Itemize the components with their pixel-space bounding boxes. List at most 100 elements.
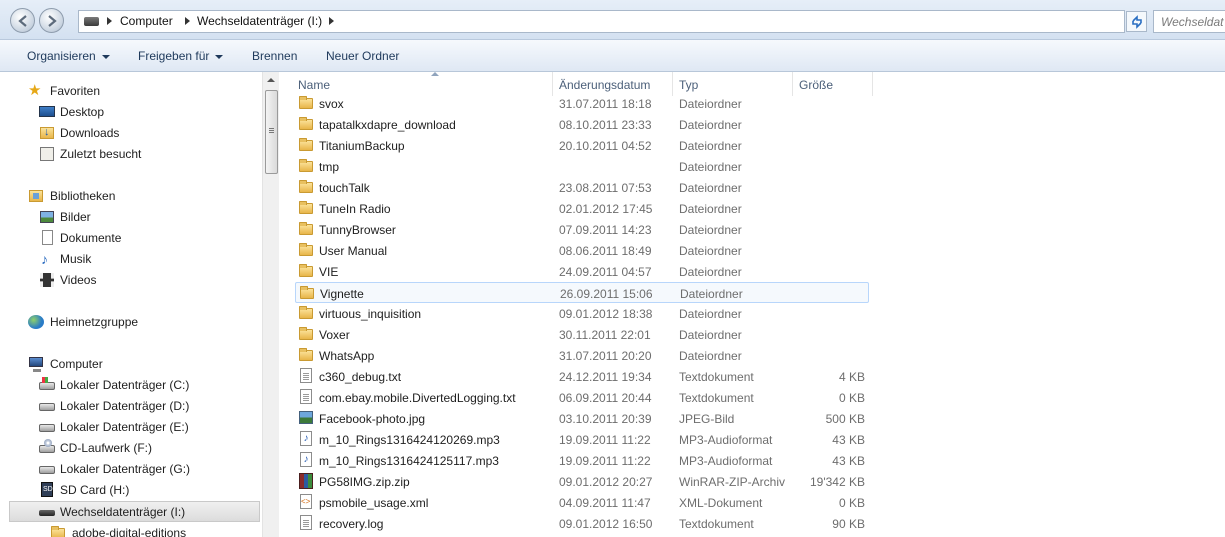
file-name-cell: PG58IMG.zip.zip (319, 475, 410, 489)
breadcrumb-arrow-icon[interactable] (329, 17, 334, 25)
nav-libraries-label: Bibliotheken (50, 189, 116, 203)
nav-item-drive-d[interactable]: Lokaler Datenträger (D:) (0, 396, 262, 416)
music-note-icon: ♪ (41, 251, 48, 267)
nav-item-videos[interactable]: Videos (0, 270, 262, 290)
column-header-label: Größe (799, 78, 834, 92)
text-file-icon (298, 515, 314, 531)
nav-item-drive-f[interactable]: CD-Laufwerk (F:) (0, 438, 262, 458)
scroll-thumb[interactable] (265, 90, 278, 174)
nav-item-drive-e[interactable]: Lokaler Datenträger (E:) (0, 417, 262, 437)
file-name-cell: m_10_Rings1316424125117.mp3 (319, 454, 499, 468)
nav-homegroup[interactable]: Heimnetzgruppe (0, 312, 262, 332)
organize-button[interactable]: Organisieren (27, 49, 110, 63)
table-row[interactable]: virtuous_inquisition 09.01.2012 18:38 Date… (295, 303, 869, 324)
forward-arrow-icon (48, 15, 57, 27)
file-name-cell: m_10_Rings1316424120269.mp3 (319, 433, 500, 447)
file-date-cell: 09.01.2012 18:38 (559, 307, 653, 321)
nav-item-music[interactable]: ♪ Musik (0, 249, 262, 269)
nav-favorites[interactable]: ★ Favoriten (0, 81, 262, 101)
file-date-cell: 08.06.2011 18:49 (559, 244, 652, 258)
table-row[interactable]: tmp Dateiordner (295, 156, 869, 177)
organize-label: Organisieren (27, 49, 96, 63)
file-date-cell: 24.09.2011 04:57 (559, 265, 652, 279)
text-file-icon (298, 389, 314, 405)
breadcrumb-drive[interactable]: Wechseldatenträger (I:) (197, 14, 322, 28)
drive-icon (84, 17, 99, 26)
table-row[interactable]: TuneIn Radio 02.01.2012 17:45 Dateiordner (295, 198, 869, 219)
nav-item-label: Dokumente (60, 231, 122, 245)
file-size-cell: 19'342 KB (809, 475, 865, 489)
breadcrumb-arrow-icon[interactable] (107, 17, 112, 25)
folder-icon (298, 221, 314, 237)
nav-item-downloads[interactable]: Downloads (0, 123, 262, 143)
homegroup-icon (28, 314, 44, 330)
back-button[interactable] (10, 8, 35, 33)
folder-icon (298, 326, 314, 342)
file-name-cell: TunnyBrowser (319, 223, 396, 237)
file-date-cell: 09.01.2012 16:50 (559, 517, 653, 531)
address-field[interactable]: Computer Wechseldatenträger (I:) (78, 10, 1195, 33)
nav-item-recent[interactable]: Zuletzt besucht (0, 144, 262, 164)
table-row[interactable]: Facebook-photo.jpg 03.10.2011 20:39 JPEG-B… (295, 408, 869, 429)
share-button[interactable]: Freigeben für (138, 49, 224, 63)
forward-button[interactable] (39, 8, 64, 33)
file-name-cell: tapatalkxdapre_download (319, 118, 456, 132)
nav-item-drive-c[interactable]: Lokaler Datenträger (C:) (0, 375, 262, 395)
table-row[interactable]: c360_debug.txt 24.12.2011 19:34 Textdokume… (295, 366, 869, 387)
table-row[interactable]: PG58IMG.zip.zip 09.01.2012 20:27 WinRAR-ZI… (295, 471, 869, 492)
nav-item-drive-g[interactable]: Lokaler Datenträger (G:) (0, 459, 262, 479)
table-row[interactable]: Voxer 30.11.2011 22:01 Dateiordner (295, 324, 869, 345)
table-row[interactable]: svox 31.07.2011 18:18 Dateiordner (295, 93, 869, 114)
nav-item-label: Wechseldatenträger (I:) (60, 505, 186, 519)
nav-item-drive-h[interactable]: SD Card (H:) (0, 480, 262, 500)
table-row[interactable]: ♪ m_10_Rings1316424120269.mp3 19.09.2011 1… (295, 429, 869, 450)
computer-icon (28, 356, 44, 372)
table-row[interactable]: WhatsApp 31.07.2011 20:20 Dateiordner (295, 345, 869, 366)
new-folder-button[interactable]: Neuer Ordner (326, 49, 399, 63)
scroll-up-arrow-icon[interactable] (267, 78, 275, 82)
table-row[interactable]: com.ebay.mobile.DivertedLogging.txt 06.09… (295, 387, 869, 408)
nav-item-drive-i[interactable]: Wechseldatenträger (I:) (9, 501, 260, 522)
file-type-cell: Dateiordner (679, 139, 742, 153)
table-row[interactable]: ♪ m_10_Rings1316424125117.mp3 19.09.2011 1… (295, 450, 869, 471)
table-row[interactable]: TitaniumBackup 20.10.2011 04:52 Dateiordne… (295, 135, 869, 156)
table-row[interactable]: TunnyBrowser 07.09.2011 14:23 Dateiordner (295, 219, 869, 240)
column-header-label: Typ (679, 78, 699, 92)
nav-favorites-label: Favoriten (50, 84, 101, 98)
nav-item-desktop[interactable]: Desktop (0, 102, 262, 122)
table-row[interactable]: VIE 24.09.2011 04:57 Dateiordner (295, 261, 869, 282)
folder-icon (298, 305, 314, 321)
folder-icon (298, 263, 314, 279)
nav-item-pictures[interactable]: Bilder (0, 207, 262, 227)
command-bar: Organisieren Freigeben für Brennen Neuer… (0, 40, 1225, 72)
audio-file-icon: ♪ (298, 431, 314, 447)
breadcrumb-arrow-icon[interactable] (185, 17, 190, 25)
table-row[interactable]: recovery.log 09.01.2012 16:50 Textdokument… (295, 513, 869, 534)
chevron-down-icon (101, 54, 110, 59)
file-name-cell: Facebook-photo.jpg (319, 412, 426, 426)
refresh-button[interactable] (1126, 11, 1147, 32)
search-input[interactable]: Wechseldat (1153, 10, 1225, 33)
table-row[interactable]: Vignette 26.09.2011 15:06 Dateiordner (295, 282, 869, 303)
file-name-cell: Vignette (320, 287, 364, 301)
table-row[interactable]: User Manual 08.06.2011 18:49 Dateiordner (295, 240, 869, 261)
nav-item-label: SD Card (H:) (60, 483, 130, 497)
nav-item-documents[interactable]: Dokumente (0, 228, 262, 248)
nav-item-adobe-folder[interactable]: adobe-digital-editions (0, 523, 262, 537)
nav-item-label: Downloads (60, 126, 120, 140)
table-row[interactable]: touchTalk 23.08.2011 07:53 Dateiordner (295, 177, 869, 198)
folder-icon (50, 525, 66, 537)
burn-button[interactable]: Brennen (252, 49, 297, 63)
nav-libraries[interactable]: Bibliotheken (0, 186, 262, 206)
nav-computer[interactable]: Computer (0, 354, 262, 374)
navigation-scrollbar[interactable] (262, 72, 279, 537)
file-type-cell: Dateiordner (680, 287, 743, 301)
folder-icon (298, 179, 314, 195)
documents-icon (39, 230, 55, 246)
file-size-cell: 43 KB (832, 433, 865, 447)
star-icon: ★ (28, 82, 42, 99)
table-row[interactable]: psmobile_usage.xml 04.09.2011 11:47 XML-Do… (295, 492, 869, 513)
search-placeholder: Wechseldat (1161, 15, 1224, 29)
table-row[interactable]: tapatalkxdapre_download 08.10.2011 23:33 D… (295, 114, 869, 135)
breadcrumb-computer[interactable]: Computer (120, 14, 173, 28)
